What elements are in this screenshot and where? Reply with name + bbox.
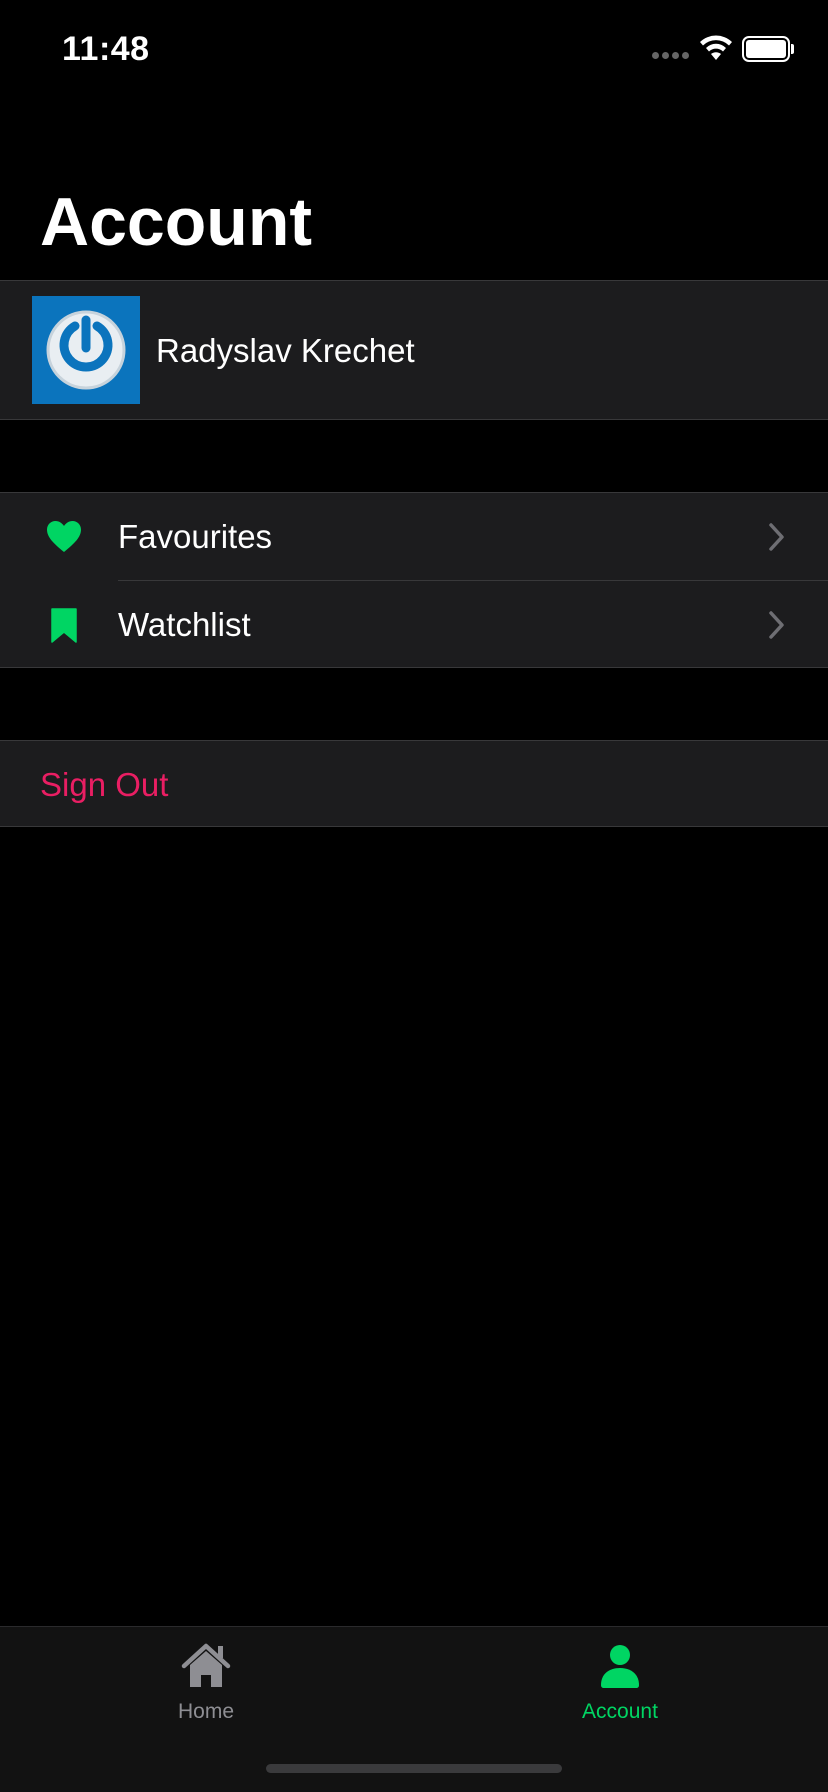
bookmark-icon [51,608,77,643]
tab-home-label: Home [177,1700,235,1723]
favourites-row[interactable]: Favourites [0,493,828,581]
status-bar: 11:48 [0,0,828,100]
chevron-right-icon [769,611,784,639]
status-time: 11:48 [62,30,150,68]
tab-account-label: Account [582,1700,658,1723]
house-icon [181,1643,231,1687]
account-screen: 11:48 Account Radyslav Krechet Favourite… [0,0,828,1792]
watchlist-row[interactable]: Watchlist [0,581,828,668]
page-title: Account [40,184,312,260]
heart-icon [47,521,81,552]
profile-name: Radyslav Krechet [156,332,415,369]
favourites-label: Favourites [118,518,273,555]
person-icon [601,1645,639,1688]
battery-icon [742,36,794,62]
cellular-signal-icon [652,52,692,62]
watchlist-label: Watchlist [118,606,251,643]
power-icon [46,310,126,390]
sign-out-button[interactable]: Sign Out [0,740,828,827]
profile-row[interactable]: Radyslav Krechet [0,280,828,420]
tab-account[interactable]: Account [520,1641,720,1731]
tab-home[interactable]: Home [106,1641,306,1731]
chevron-right-icon [769,523,784,551]
menu-group: Favourites Watchlist [0,492,828,668]
wifi-icon [700,35,732,60]
avatar [32,296,140,404]
sign-out-label: Sign Out [40,766,169,803]
home-indicator [266,1764,562,1773]
